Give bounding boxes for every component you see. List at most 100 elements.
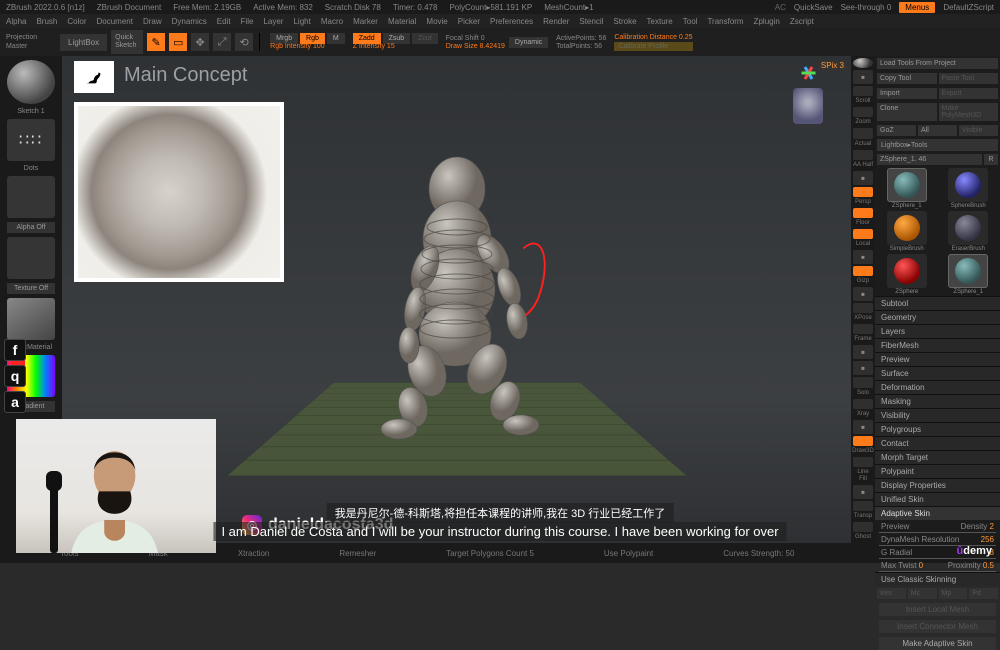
scale-mode-icon[interactable]: ⤢ (213, 33, 231, 51)
projection-master[interactable]: ProjectionMaster (6, 33, 56, 51)
menu-brush[interactable]: Brush (36, 17, 57, 26)
preview-toggle[interactable]: Preview (881, 522, 909, 531)
section-geometry[interactable]: Geometry (875, 310, 1000, 324)
tool-ZSphere[interactable] (887, 254, 927, 288)
menu-file[interactable]: File (241, 17, 254, 26)
dynamesh-res-slider[interactable]: DynaMesh Resolution (881, 535, 959, 544)
nav-tool-Floor[interactable] (853, 208, 873, 218)
nav-tool-icon-9[interactable]: ▪ (853, 250, 873, 264)
menu-picker[interactable]: Picker (458, 17, 480, 26)
texture-off[interactable]: Texture Off (7, 283, 55, 294)
section-fibermesh[interactable]: FiberMesh (875, 338, 1000, 352)
nav-tool-Frame[interactable] (853, 324, 873, 334)
section-surface[interactable]: Surface (875, 366, 1000, 380)
quick-sketch-button[interactable]: QuickSketch (111, 30, 143, 54)
insert-connector-mesh[interactable]: Insert Connector Mesh (879, 620, 996, 633)
section-morph-target[interactable]: Morph Target (875, 450, 1000, 464)
menu-material[interactable]: Material (388, 17, 416, 26)
section-polypaint[interactable]: Polypaint (875, 464, 1000, 478)
nav-tool-Gizp[interactable] (853, 266, 873, 276)
menu-tool[interactable]: Tool (683, 17, 698, 26)
nav-tool-Local[interactable] (853, 229, 873, 239)
menus-button[interactable]: Menus (899, 2, 935, 13)
classic-skinning-toggle[interactable]: Use Classic Skinning (875, 572, 1000, 586)
make-polymesh-button[interactable]: Make PolyMesh3D (939, 103, 999, 121)
nav-tool-icon-5[interactable]: ▪ (853, 171, 873, 185)
nav-tool-icon-14[interactable]: ▪ (853, 345, 873, 359)
section-layers[interactable]: Layers (875, 324, 1000, 338)
nav-tool-icon-15[interactable]: ▪ (853, 361, 873, 375)
nav-tool-icon-21[interactable]: ▪ (853, 485, 873, 499)
nav-tool-Zoom[interactable] (853, 107, 873, 117)
goz-visible-button[interactable]: Visible (959, 125, 998, 136)
camera-head-icon[interactable] (793, 88, 823, 124)
brush-thumb[interactable] (7, 60, 55, 104)
menu-texture[interactable]: Texture (647, 17, 673, 26)
section-visibility[interactable]: Visibility (875, 408, 1000, 422)
nav-tool-icon-0[interactable]: ▪ (853, 70, 873, 84)
menu-alpha[interactable]: Alpha (6, 17, 26, 26)
menu-light[interactable]: Light (293, 17, 310, 26)
menu-color[interactable]: Color (67, 17, 86, 26)
section-polygroups[interactable]: Polygroups (875, 422, 1000, 436)
lightbox-breadcrumb[interactable]: Lightbox▸Tools (877, 139, 998, 151)
zsphere-figure[interactable] (327, 139, 587, 441)
tool-SphereBrush[interactable] (948, 168, 988, 202)
bottom-target[interactable]: Target Polygons Count 5 (446, 549, 534, 558)
nav-tool-Line Fill[interactable] (853, 457, 873, 467)
menu-render[interactable]: Render (543, 17, 569, 26)
see-through[interactable]: See-through 0 (841, 3, 892, 12)
menu-macro[interactable]: Macro (321, 17, 343, 26)
menu-draw[interactable]: Draw (143, 17, 162, 26)
current-tool-name[interactable]: ZSphere_1. 46 (877, 154, 982, 165)
nav-tool-Actual[interactable] (853, 128, 873, 138)
section-display-properties[interactable]: Display Properties (875, 478, 1000, 492)
paste-tool-button[interactable]: Paste Tool (939, 73, 999, 84)
axis-gizmo-icon[interactable] (795, 60, 821, 86)
alpha-off[interactable]: Alpha Off (7, 222, 55, 233)
rotate-mode-icon[interactable]: ⟲ (235, 33, 253, 51)
menu-edit[interactable]: Edit (217, 17, 231, 26)
nav-tool-Scroll[interactable] (853, 86, 873, 96)
material-thumb[interactable] (7, 298, 55, 340)
menu-movie[interactable]: Movie (426, 17, 447, 26)
nav-tool-Persp[interactable] (853, 187, 873, 197)
section-deformation[interactable]: Deformation (875, 380, 1000, 394)
menu-preferences[interactable]: Preferences (490, 17, 533, 26)
nav-tool-Xray[interactable] (853, 399, 873, 409)
menu-stencil[interactable]: Stencil (579, 17, 603, 26)
draw-mode-icon[interactable]: ▭ (169, 33, 187, 51)
section-unified-skin[interactable]: Unified Skin (875, 492, 1000, 506)
import-button[interactable]: Import (877, 88, 937, 99)
tool-ZSphere_1[interactable] (948, 254, 988, 288)
concept-image[interactable] (74, 102, 284, 282)
copy-tool-button[interactable]: Copy Tool (877, 73, 937, 84)
tool-SimpleBrush[interactable] (887, 211, 927, 245)
nav-tool-Ghost[interactable] (853, 522, 873, 532)
nav-tool-icon-18[interactable]: ▪ (853, 420, 873, 434)
menu-zplugin[interactable]: Zplugin (754, 17, 780, 26)
section-masking[interactable]: Masking (875, 394, 1000, 408)
alpha-thumb[interactable] (7, 176, 55, 218)
export-button[interactable]: Export (939, 88, 999, 99)
clone-button[interactable]: Clone (877, 103, 937, 121)
quicksave-button[interactable]: QuickSave (794, 3, 833, 12)
nav-tool-Solo[interactable] (853, 377, 873, 387)
load-tools-button[interactable]: Load Tools From Project (877, 58, 998, 69)
edit-mode-icon[interactable]: ✎ (147, 33, 165, 51)
stroke-thumb[interactable]: ∷∷ (7, 119, 55, 161)
section-contact[interactable]: Contact (875, 436, 1000, 450)
nav-tool-Transp[interactable] (853, 501, 873, 511)
goz-button[interactable]: GoZ (877, 125, 916, 136)
goz-all-button[interactable]: All (918, 125, 957, 136)
make-adaptive-skin-button[interactable]: Make Adaptive Skin (879, 637, 996, 650)
menu-layer[interactable]: Layer (263, 17, 283, 26)
insert-local-mesh[interactable]: Insert Local Mesh (879, 603, 996, 616)
bottom-remesher[interactable]: Remesher (339, 549, 376, 558)
bottom-curves[interactable]: Curves Strength: 50 (723, 549, 794, 558)
section-preview[interactable]: Preview (875, 352, 1000, 366)
menu-marker[interactable]: Marker (353, 17, 378, 26)
section-subtool[interactable]: Subtool (875, 296, 1000, 310)
bottom-xtraction[interactable]: Xtraction (238, 549, 270, 558)
menu-transform[interactable]: Transform (707, 17, 743, 26)
